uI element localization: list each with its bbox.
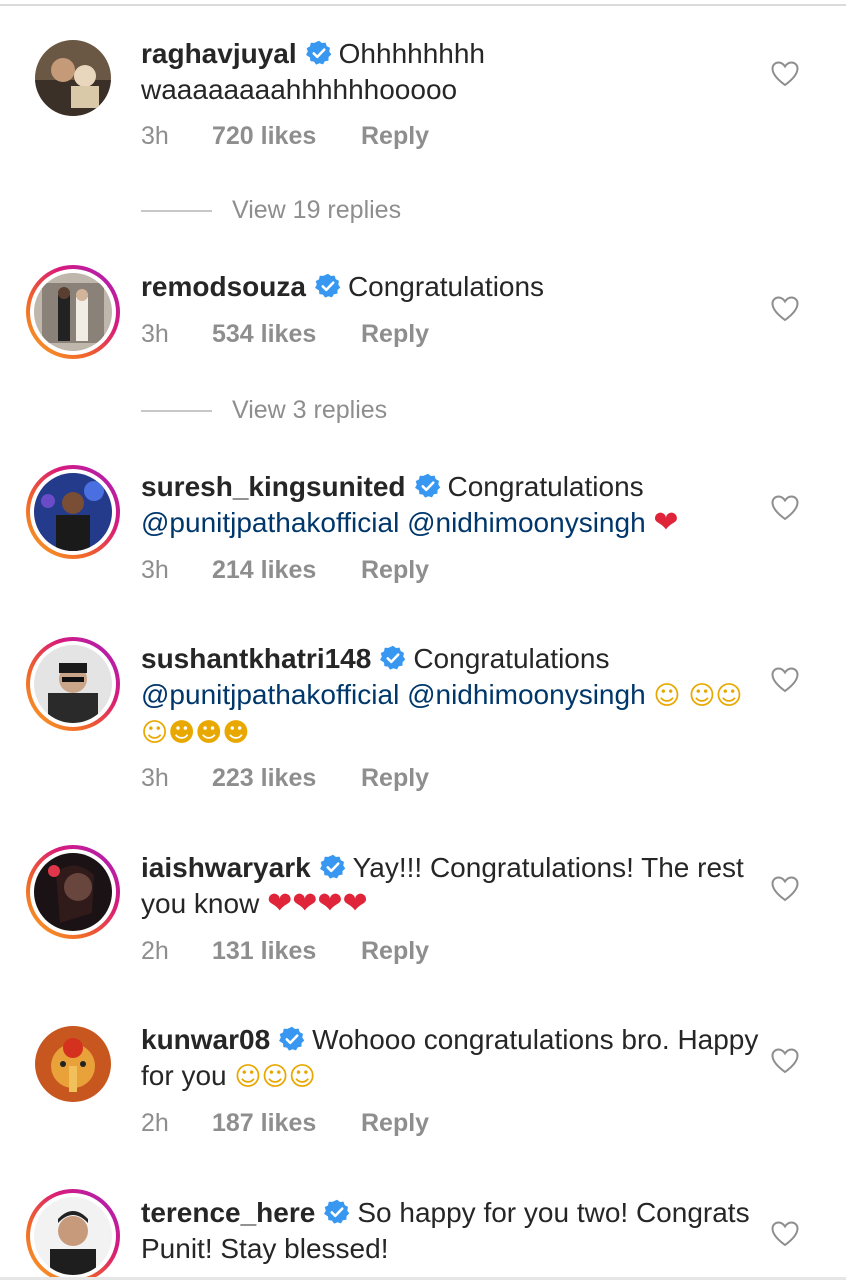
heart-outline-icon — [771, 667, 799, 693]
comment-time: 2h — [141, 937, 169, 965]
mention-link[interactable]: @punitjpathakofficial — [141, 507, 399, 538]
mention-link[interactable]: @punitjpathakofficial — [141, 679, 399, 710]
comment-username[interactable]: iaishwaryark — [141, 852, 311, 883]
like-button[interactable] — [771, 667, 799, 693]
heart-outline-icon — [771, 876, 799, 902]
avatar[interactable] — [26, 845, 120, 939]
view-replies-label: View 19 replies — [232, 196, 402, 224]
hugging-face-emoji-row: ☺☺☺ — [234, 1062, 316, 1092]
verified-badge-icon — [380, 645, 406, 670]
verified-badge-icon — [305, 40, 331, 65]
reply-button[interactable]: Reply — [361, 764, 429, 793]
comment-time: 3h — [141, 764, 169, 792]
likes-count[interactable]: 534 likes — [212, 320, 361, 349]
verified-badge-icon — [279, 1026, 305, 1051]
comment-username[interactable]: remodsouza — [141, 271, 306, 302]
avatar[interactable] — [35, 1026, 111, 1102]
view-replies-button[interactable]: View 3 replies — [141, 396, 387, 425]
verified-badge-icon — [314, 273, 341, 298]
reply-button[interactable]: Reply — [361, 937, 429, 966]
like-button[interactable] — [771, 296, 799, 322]
heart-outline-icon — [771, 61, 799, 87]
mention-link[interactable]: @nidhimoonysingh — [407, 507, 646, 538]
reply-button[interactable]: Reply — [361, 122, 429, 151]
likes-count[interactable]: 187 likes — [212, 1109, 361, 1138]
verified-badge-icon — [324, 1199, 350, 1224]
like-button[interactable] — [771, 876, 799, 902]
hearts-emoji-row: ❤❤❤❤ — [267, 886, 368, 921]
like-button[interactable] — [771, 495, 799, 521]
heart-outline-icon — [771, 495, 799, 521]
heart-outline-icon — [771, 1221, 799, 1247]
comment-time: 2h — [141, 1109, 169, 1137]
like-button[interactable] — [771, 61, 799, 87]
comment-username[interactable]: terence_here — [141, 1197, 315, 1228]
verified-badge-icon — [414, 473, 440, 498]
comment-username[interactable]: kunwar08 — [141, 1024, 270, 1055]
comment-time: 3h — [141, 556, 169, 584]
reply-button[interactable]: Reply — [361, 1109, 429, 1138]
avatar[interactable] — [26, 1189, 120, 1280]
comment-text: Congratulations — [413, 643, 610, 674]
likes-count[interactable]: 214 likes — [212, 556, 361, 585]
like-button[interactable] — [771, 1221, 799, 1247]
comment-text: Congratulations — [347, 271, 545, 302]
view-replies-label: View 3 replies — [232, 396, 388, 424]
comment-time: 3h — [141, 122, 169, 150]
likes-count[interactable]: 223 likes — [212, 764, 361, 793]
comment-username[interactable]: raghavjuyal — [141, 38, 297, 69]
avatar[interactable] — [26, 637, 120, 731]
likes-count[interactable]: 131 likes — [212, 937, 361, 966]
comment-time: 3h — [141, 320, 169, 348]
comment-text: Congratulations — [447, 471, 644, 502]
avatar[interactable] — [35, 40, 111, 116]
heart-outline-icon — [771, 1048, 799, 1074]
replies-divider-line — [141, 209, 212, 212]
heart-emoji: ❤ — [653, 505, 679, 540]
view-replies-button[interactable]: View 19 replies — [141, 196, 401, 225]
avatar[interactable] — [26, 265, 120, 359]
heart-outline-icon — [771, 296, 799, 322]
reply-button[interactable]: Reply — [361, 556, 429, 585]
likes-count[interactable]: 720 likes — [212, 122, 361, 151]
top-divider — [0, 4, 846, 6]
avatar[interactable] — [26, 465, 120, 559]
replies-divider-line — [141, 409, 212, 412]
mention-link[interactable]: @nidhimoonysingh — [407, 679, 646, 710]
like-button[interactable] — [771, 1048, 799, 1074]
comment-username[interactable]: sushantkhatri148 — [141, 643, 371, 674]
verified-badge-icon — [319, 854, 345, 879]
smiling-hearts-emoji: ☺ — [653, 681, 681, 711]
reply-button[interactable]: Reply — [361, 320, 429, 349]
comment-username[interactable]: suresh_kingsunited — [141, 471, 406, 502]
